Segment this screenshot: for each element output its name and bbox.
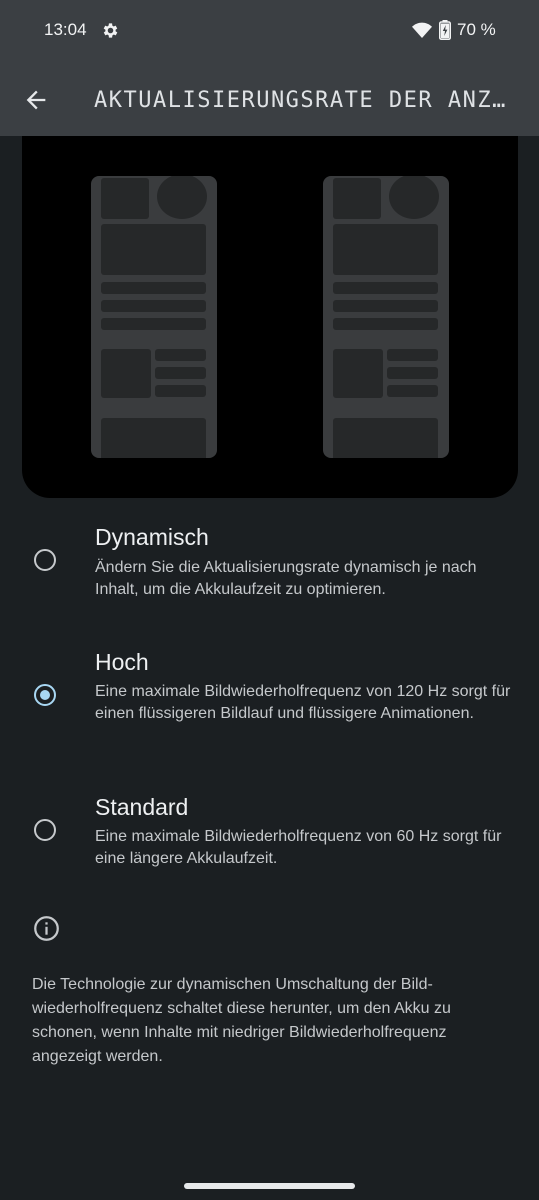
phone-illustration-right [323, 176, 449, 458]
option-title: Hoch [95, 649, 149, 675]
option-description: Ändern Sie die Aktualisierungsrate dynam… [95, 559, 477, 598]
option-description: Eine maximale Bildwiederholfrequenz von … [95, 828, 502, 867]
radio-standard[interactable] [34, 819, 56, 841]
refresh-rate-preview [22, 136, 518, 498]
option-description: Eine maximale Bildwiederholfrequenz von … [95, 683, 511, 722]
option-title: Standard [95, 794, 189, 820]
battery-percent: 70 % [457, 20, 496, 39]
radio-dynamisch[interactable] [34, 549, 56, 571]
option-standard[interactable]: Standard Eine maximale Bildwiederholfreq… [0, 790, 539, 880]
option-hoch[interactable]: Hoch Eine maximale Bildwiederholfrequenz… [0, 645, 539, 755]
page-title: AKTUALISIERUNGSRATE DER ANZ… [94, 88, 507, 113]
app-bar: AKTUALISIERUNGSRATE DER ANZ… [0, 62, 539, 136]
info-text: Die Technologie zur dynamischen Umschalt… [32, 976, 451, 1065]
status-bar: 13:04 70 % [0, 0, 539, 62]
status-time: 13:04 [44, 20, 87, 39]
gear-icon [103, 23, 118, 38]
arrow-left-icon[interactable] [22, 86, 50, 114]
wifi-icon [412, 22, 432, 38]
option-dynamisch[interactable]: Dynamisch Ändern Sie die Aktualisierungs… [0, 520, 539, 610]
gesture-nav-handle[interactable] [184, 1183, 355, 1189]
info-icon [34, 916, 59, 941]
phone-illustration-left [91, 176, 217, 458]
option-title: Dynamisch [95, 524, 209, 550]
battery-charging-icon [439, 20, 451, 40]
radio-hoch[interactable] [34, 684, 56, 706]
